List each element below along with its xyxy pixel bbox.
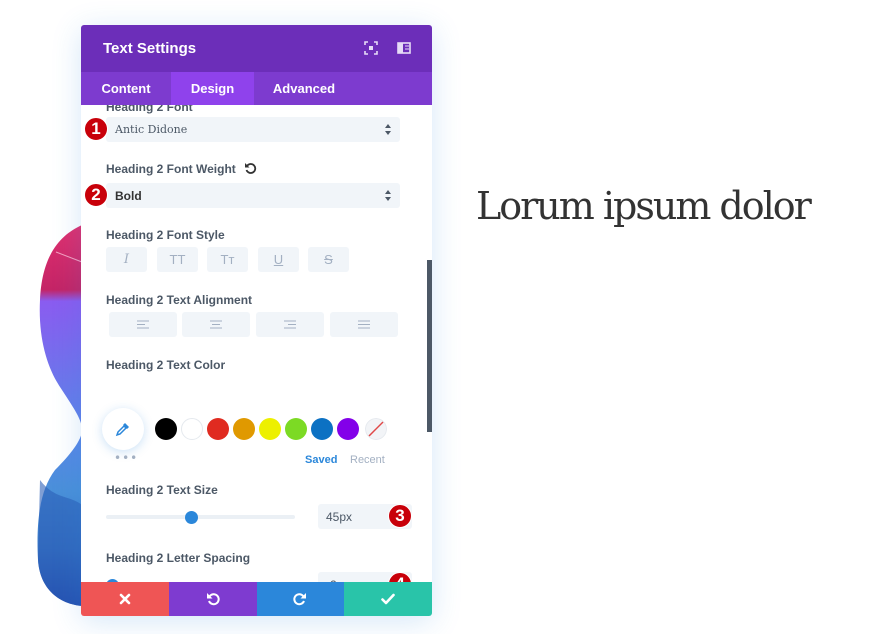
capitalize-button[interactable]: Tт	[207, 247, 248, 272]
text-size-slider-track[interactable]	[106, 515, 295, 519]
text-settings-modal: Text Settings Content Design Advanced He…	[81, 25, 432, 616]
modal-header: Text Settings	[81, 25, 432, 72]
step-badge-3: 3	[388, 504, 412, 528]
italic-button[interactable]: I	[106, 247, 147, 272]
letter-spacing-label: Heading 2 Letter Spacing	[106, 551, 251, 565]
tab-bar: Content Design Advanced	[81, 72, 432, 105]
close-icon	[119, 593, 131, 605]
color-swatch[interactable]	[155, 418, 177, 440]
align-center-icon	[210, 320, 222, 329]
color-picker-button[interactable]	[102, 408, 144, 450]
text-size-label: Heading 2 Text Size	[106, 483, 218, 497]
color-swatch[interactable]	[311, 418, 333, 440]
color-swatch[interactable]	[285, 418, 307, 440]
text-size-slider-handle[interactable]	[185, 511, 199, 524]
modal-title: Text Settings	[103, 40, 197, 57]
recent-colors-tab[interactable]: Recent	[350, 454, 385, 466]
sidebar-layout-icon[interactable]	[397, 41, 411, 55]
select-arrows-icon	[385, 124, 391, 135]
text-color-label: Heading 2 Text Color	[106, 358, 226, 372]
font-select[interactable]: Antic Didone	[106, 117, 400, 142]
transparent-swatch[interactable]	[365, 418, 387, 440]
saved-colors-tab[interactable]: Saved	[305, 454, 337, 466]
font-weight-select-value: Bold	[115, 188, 142, 203]
font-label: Heading 2 Font	[106, 105, 193, 114]
align-left-button[interactable]	[109, 312, 177, 337]
more-options-button[interactable]: •••	[114, 451, 138, 465]
strikethrough-button[interactable]: S	[308, 247, 349, 272]
align-justify-button[interactable]	[330, 312, 398, 337]
tab-content[interactable]: Content	[81, 72, 171, 105]
text-alignment-label: Heading 2 Text Alignment	[106, 293, 253, 307]
underline-button[interactable]: U	[258, 247, 299, 272]
align-right-icon	[284, 320, 296, 329]
eyedropper-icon	[115, 423, 129, 437]
color-swatch[interactable]	[181, 418, 203, 440]
reset-icon[interactable]	[244, 162, 257, 175]
align-right-button[interactable]	[256, 312, 324, 337]
discard-button[interactable]	[81, 582, 169, 616]
font-select-value: Antic Didone	[115, 123, 188, 136]
font-style-label: Heading 2 Font Style	[106, 228, 225, 242]
tab-design[interactable]: Design	[171, 72, 254, 105]
align-center-button[interactable]	[182, 312, 250, 337]
color-swatch[interactable]	[259, 418, 281, 440]
step-badge-1: 1	[84, 117, 108, 141]
align-left-icon	[137, 320, 149, 329]
preview-heading: Lorum ipsum dolor	[476, 184, 812, 228]
color-swatch[interactable]	[233, 418, 255, 440]
undo-button[interactable]	[168, 582, 257, 616]
step-badge-2: 2	[84, 183, 108, 207]
checkmark-icon	[381, 593, 395, 605]
tab-advanced[interactable]: Advanced	[254, 72, 354, 105]
font-weight-select[interactable]: Bold	[106, 183, 400, 208]
expand-icon[interactable]	[364, 41, 378, 55]
settings-body: Heading 2 Font Antic Didone 1 Heading 2 …	[81, 105, 432, 582]
redo-button[interactable]	[256, 582, 345, 616]
uppercase-button[interactable]: TT	[157, 247, 198, 272]
modal-footer	[81, 582, 432, 616]
color-swatch[interactable]	[207, 418, 229, 440]
save-button[interactable]	[344, 582, 432, 616]
redo-icon	[293, 593, 307, 606]
undo-icon	[206, 593, 220, 606]
select-arrows-icon	[385, 190, 391, 201]
scrollbar[interactable]	[427, 260, 432, 432]
font-weight-label: Heading 2 Font Weight	[106, 162, 236, 176]
color-swatch[interactable]	[337, 418, 359, 440]
align-justify-icon	[358, 320, 370, 329]
